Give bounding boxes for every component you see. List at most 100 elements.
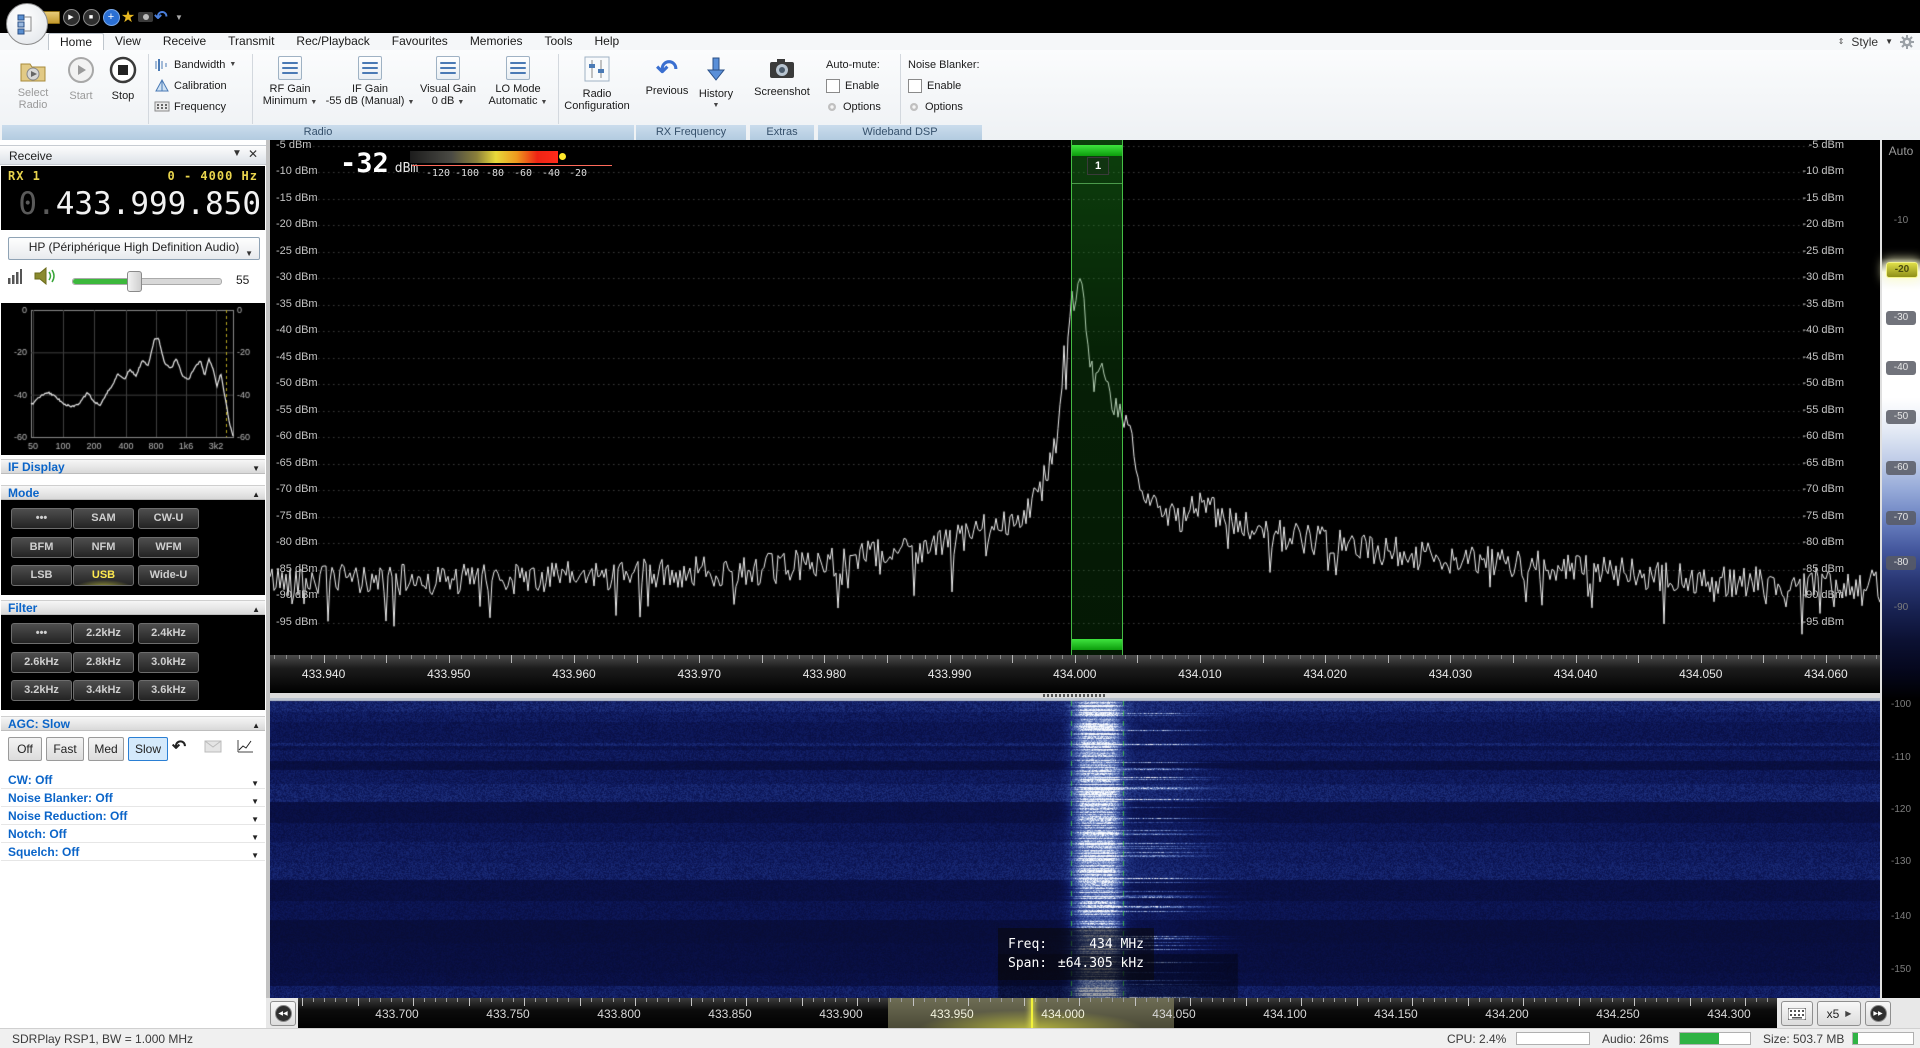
mode-button-wide-u[interactable]: Wide-U xyxy=(138,565,199,586)
start-icon[interactable]: ▶ xyxy=(62,8,80,26)
calibration-button[interactable]: Calibration xyxy=(154,77,227,94)
scroll-right-button[interactable]: ▶▶ xyxy=(1865,1001,1891,1026)
ribbon-dropdown-lo-mode[interactable]: LO Mode Automatic ▼ xyxy=(482,54,554,109)
tab-tools[interactable]: Tools xyxy=(534,33,584,50)
waterfall-level-slider[interactable]: Auto -10 -20 -30 -40 -50 -60 -70 -80 -90 -100 -110… xyxy=(1882,140,1920,998)
agc-button-off[interactable]: Off xyxy=(8,737,42,761)
tab-favourites[interactable]: Favourites xyxy=(381,33,459,50)
nav-frequency-label[interactable]: 434.300 xyxy=(1707,1007,1750,1021)
agc-header[interactable]: AGC: Slow ▲ xyxy=(1,716,265,731)
ribbon-dropdown-if-gain[interactable]: IF Gain -55 dB (Manual) ▼ xyxy=(324,54,416,109)
zoom-button[interactable]: x5 ▶ xyxy=(1817,1001,1861,1026)
spectrum-display[interactable]: 1 -32 dBm -120 -100 -80 -60 -40 -20 -5 dBm -10 … xyxy=(270,140,1880,655)
filter-button-2-8khz[interactable]: 2.8kHz xyxy=(73,652,134,673)
mode-header[interactable]: Mode ▲ xyxy=(1,485,265,500)
rx-channel-band[interactable] xyxy=(1071,140,1123,655)
frequency-button[interactable]: Frequency xyxy=(154,98,226,115)
ribbon-dropdown-visual-gain[interactable]: Visual Gain 0 dB ▼ xyxy=(418,54,478,109)
filter-button-3-6khz[interactable]: 3.6kHz xyxy=(138,680,199,701)
nav-frequency-label[interactable]: 433.950 xyxy=(930,1007,973,1021)
tab-view[interactable]: View xyxy=(104,33,152,50)
stop-icon[interactable]: ■ xyxy=(82,8,100,26)
level-colorbar[interactable] xyxy=(410,151,558,163)
ribbon-collapse-icon[interactable]: ⇕ xyxy=(1838,37,1845,46)
noise-blanker-enable-checkbox[interactable]: Enable xyxy=(908,77,961,94)
nav-frequency-label[interactable]: 433.800 xyxy=(597,1007,640,1021)
agc-button-fast[interactable]: Fast xyxy=(46,737,84,761)
tab-rec-playback[interactable]: Rec/Playback xyxy=(285,33,380,50)
receive-panel-title[interactable]: Receive xyxy=(0,145,266,165)
filter-button-3-2khz[interactable]: 3.2kHz xyxy=(11,680,72,701)
volume-slider-handle[interactable] xyxy=(127,271,142,292)
add-icon[interactable]: + xyxy=(102,8,120,26)
style-dropdown-arrow-icon[interactable]: ▼ xyxy=(1885,37,1893,46)
keyboard-entry-button[interactable] xyxy=(1781,1001,1813,1026)
equalizer-icon[interactable] xyxy=(8,268,22,284)
mode-button-cw-u[interactable]: CW-U xyxy=(138,508,199,529)
option-row-cw[interactable]: CW: Off ▼ xyxy=(1,772,265,789)
option-row-noise-reduction[interactable]: Noise Reduction: Off ▼ xyxy=(1,808,265,825)
speaker-icon[interactable] xyxy=(34,266,58,288)
filter-button-3-4khz[interactable]: 3.4kHz xyxy=(73,680,134,701)
mode-button--[interactable]: ••• xyxy=(11,508,72,529)
mode-button-bfm[interactable]: BFM xyxy=(11,537,72,558)
nav-frequency-label[interactable]: 433.850 xyxy=(708,1007,751,1021)
stop-button[interactable]: Stop xyxy=(104,54,142,102)
bandwidth-button[interactable]: Bandwidth ▼ xyxy=(154,56,236,73)
gear-icon[interactable] xyxy=(1900,34,1914,49)
tab-transmit[interactable]: Transmit xyxy=(217,33,285,50)
auto-label[interactable]: Auto xyxy=(1882,144,1920,158)
auto-mute-enable-checkbox[interactable]: Enable xyxy=(826,77,879,94)
mode-button-wfm[interactable]: WFM xyxy=(138,537,199,558)
nav-frequency-label[interactable]: 434.050 xyxy=(1152,1007,1195,1021)
nav-frequency-label[interactable]: 433.900 xyxy=(819,1007,862,1021)
frequency-scale-bar[interactable]: 433.940 433.950 433.960 433.970 433.980 433.9… xyxy=(270,655,1880,693)
level-chip--20[interactable]: -20 xyxy=(1886,262,1918,278)
tab-receive[interactable]: Receive xyxy=(152,33,217,50)
if-display-header[interactable]: IF Display ▼ xyxy=(1,459,265,474)
nav-frequency-label[interactable]: 434.150 xyxy=(1374,1007,1417,1021)
agc-graph-icon[interactable] xyxy=(236,738,254,757)
nav-frequency-label[interactable]: 434.000 xyxy=(1041,1007,1084,1021)
screenshot-button[interactable]: Screenshot xyxy=(752,54,812,98)
mode-button-nfm[interactable]: NFM xyxy=(73,537,134,558)
band-ruler[interactable]: 433.700 433.750 433.800 433.850 433.900 433.9… xyxy=(298,998,1777,1028)
qat-more-icon[interactable]: ▼ xyxy=(170,8,188,26)
option-row-noise-blanker[interactable]: Noise Blanker: Off ▼ xyxy=(1,790,265,807)
agc-button-slow[interactable]: Slow xyxy=(128,737,168,761)
undo-icon[interactable]: ↶ xyxy=(152,8,170,26)
tab-home[interactable]: Home xyxy=(48,33,105,51)
volume-slider-track[interactable] xyxy=(72,278,222,285)
tab-help[interactable]: Help xyxy=(584,33,631,50)
scroll-left-button[interactable]: ◀◀ xyxy=(270,1001,296,1026)
select-radio-button[interactable]: Select Radio xyxy=(10,54,56,111)
nav-frequency-label[interactable]: 433.750 xyxy=(486,1007,529,1021)
option-row-notch[interactable]: Notch: Off ▼ xyxy=(1,826,265,843)
panel-collapse-icon[interactable]: ▼ xyxy=(230,145,244,163)
application-menu-button[interactable] xyxy=(6,3,48,45)
auto-mute-options-button[interactable]: Options xyxy=(826,98,881,115)
nav-frequency-label[interactable]: 433.700 xyxy=(375,1007,418,1021)
filter-button-2-4khz[interactable]: 2.4kHz xyxy=(138,623,199,644)
nav-frequency-label[interactable]: 434.200 xyxy=(1485,1007,1528,1021)
start-button[interactable]: Start xyxy=(62,54,100,102)
agc-undo-icon[interactable]: ↶ xyxy=(172,738,186,756)
filter-button--[interactable]: ••• xyxy=(11,623,72,644)
filter-header[interactable]: Filter ▲ xyxy=(1,600,265,615)
frequency-display[interactable]: RX 1 0 - 4000 Hz 0.433.999.850 xyxy=(1,166,265,230)
favourite-star-icon[interactable]: ★ xyxy=(119,8,137,26)
audio-spectrum-graph[interactable] xyxy=(1,303,265,455)
agc-button-med[interactable]: Med xyxy=(88,737,124,761)
filter-button-3-0khz[interactable]: 3.0kHz xyxy=(138,652,199,673)
rx-channel-badge[interactable]: 1 xyxy=(1087,157,1109,175)
filter-button-2-6khz[interactable]: 2.6kHz xyxy=(11,652,72,673)
audio-device-select[interactable]: HP (Périphérique High Definition Audio) ▼ xyxy=(8,237,260,260)
agc-preset-icon[interactable] xyxy=(204,740,222,756)
radio-configuration-button[interactable]: Radio Configuration xyxy=(564,54,630,112)
previous-frequency-button[interactable]: ↶ Previous xyxy=(644,54,690,97)
panel-close-icon[interactable]: ✕ xyxy=(246,145,260,163)
tab-memories[interactable]: Memories xyxy=(459,33,534,50)
style-menu[interactable]: Style xyxy=(1851,35,1878,49)
mode-button-sam[interactable]: SAM xyxy=(73,508,134,529)
ribbon-dropdown-rf-gain[interactable]: RF Gain Minimum ▼ xyxy=(258,54,322,109)
